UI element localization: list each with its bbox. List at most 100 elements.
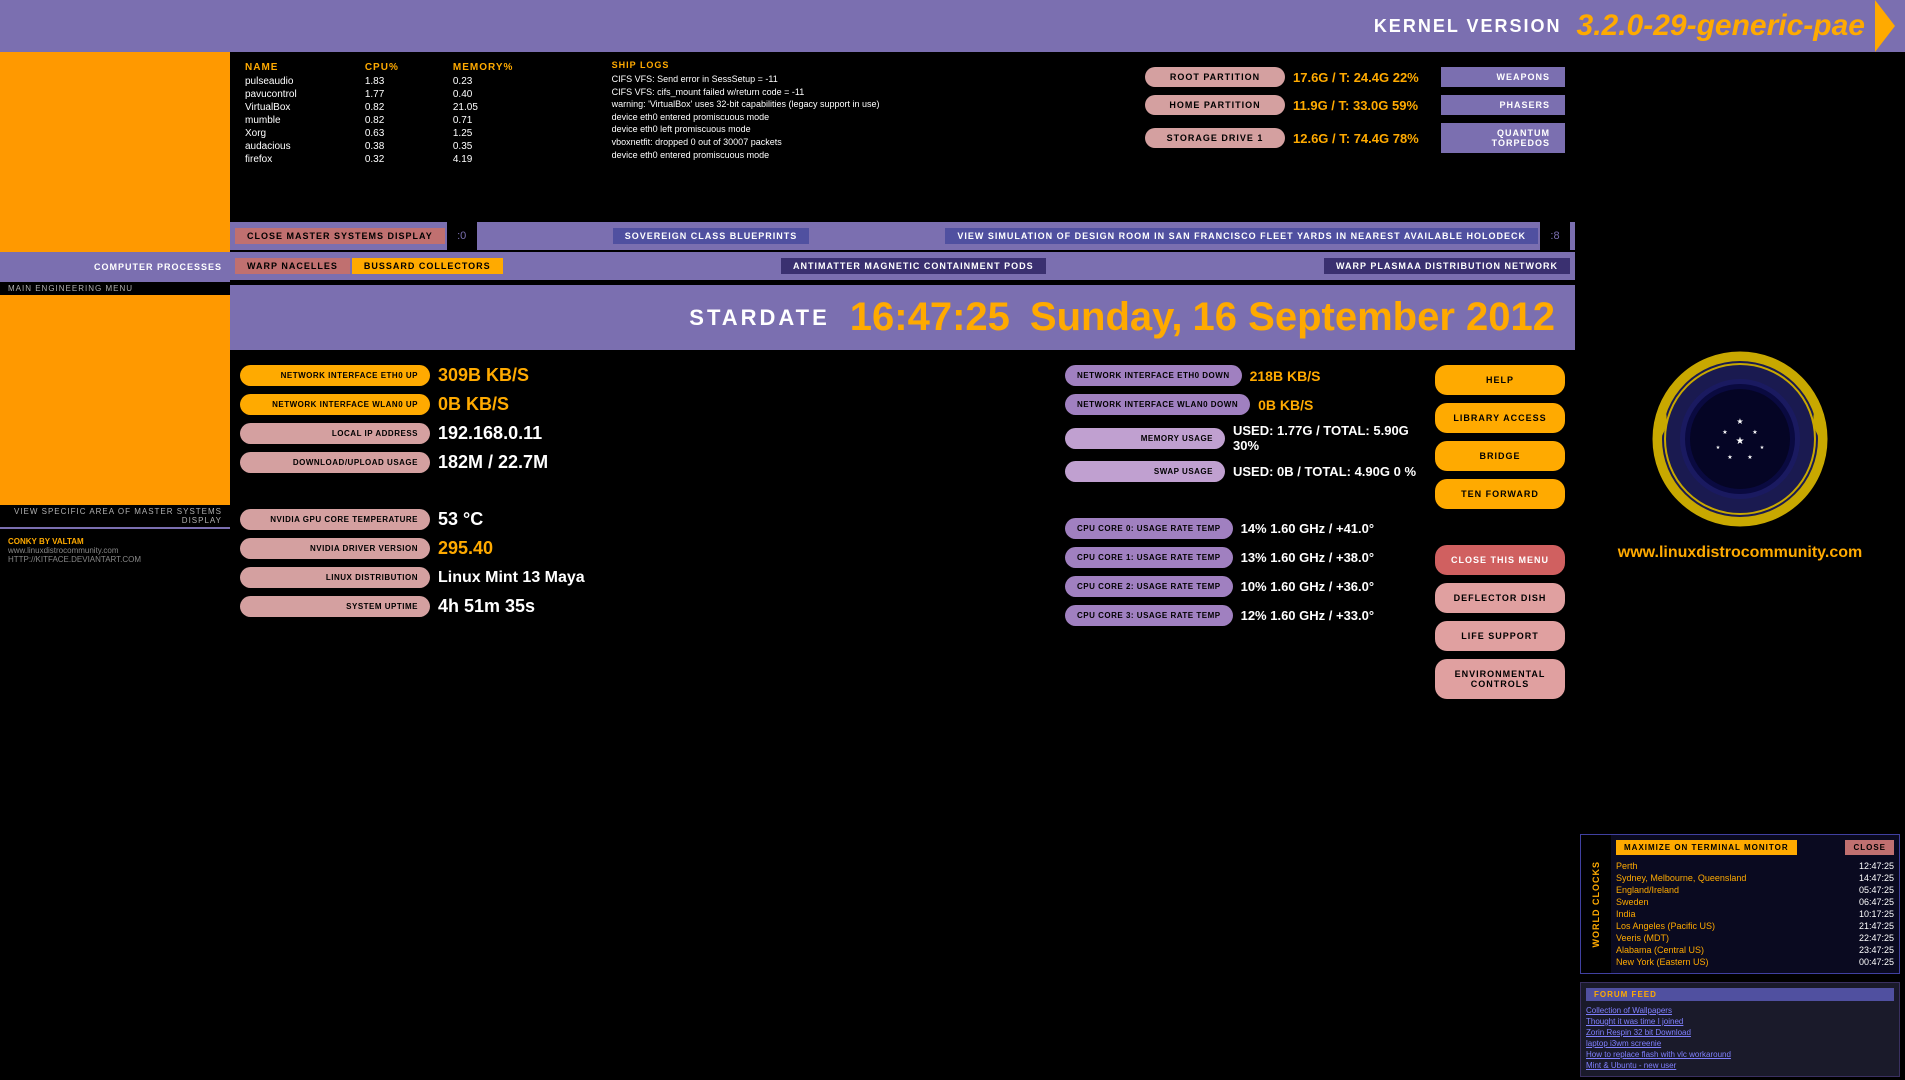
process-name: pavucontrol — [245, 88, 365, 101]
phasers-btn[interactable]: PHASERS — [1441, 95, 1565, 115]
svg-text:★: ★ — [1747, 454, 1752, 461]
wlan0-down-item: NETWORK INTERFACE WLAN0 DOWN 0B KB/S — [1065, 394, 1425, 415]
log-entry: CIFS VFS: cifs_mount failed w/return cod… — [612, 86, 1127, 99]
process-cpu: 0.38 — [365, 140, 453, 153]
cpu0-item: CPU CORE 0: USAGE RATE TEMP 14% 1.60 GHz… — [1065, 518, 1425, 539]
storage-partition-value: 12.6G / T: 74.4G 78% — [1293, 131, 1433, 146]
wc-time: 00:47:25 — [1859, 957, 1894, 967]
svg-text:★: ★ — [1760, 445, 1765, 451]
view-sim-btn[interactable]: VIEW SIMULATION OF DESIGN ROOM IN SAN FR… — [945, 228, 1538, 244]
warp-plasma-btn[interactable]: WARP PLASMAA DISTRIBUTION NETWORK — [1324, 258, 1570, 274]
process-row: VirtualBox 0.82 21.05 — [245, 101, 589, 114]
footer-website: www.linuxdistrocommunity.com — [8, 546, 222, 555]
distro-label: LINUX DISTRIBUTION — [240, 567, 430, 588]
ten-forward-btn[interactable]: TEN FORWARD — [1435, 479, 1565, 509]
right-panel: ★ ★ ★ ★ ★ ★ ★ ★ www.linuxdistrocommunity… — [1575, 52, 1905, 1080]
weapons-btn[interactable]: WEAPONS — [1441, 67, 1565, 87]
uptime-value: 4h 51m 35s — [438, 596, 535, 617]
cpu1-value: 13% 1.60 GHz / +38.0° — [1241, 550, 1374, 565]
library-btn[interactable]: LIBRARY ACCESS — [1435, 403, 1565, 433]
wc-city: New York (Eastern US) — [1616, 957, 1709, 967]
svg-text:★: ★ — [1722, 429, 1727, 436]
forum-feed-entry[interactable]: Zorin Respin 32 bit Download — [1586, 1027, 1894, 1038]
process-table: NAME CPU% MEMORY% pulseaudio 1.83 0.23pa… — [230, 52, 604, 222]
ship-logs-container: CIFS VFS: Send error in SessSetup = -11C… — [612, 73, 1127, 161]
wc-time: 22:47:25 — [1859, 933, 1894, 943]
forum-feed-entry[interactable]: Collection of Wallpapers — [1586, 1005, 1894, 1016]
process-mem: 21.05 — [453, 101, 589, 114]
blueprints-btn[interactable]: SOVEREIGN CLASS BLUEPRINTS — [613, 228, 810, 244]
memory-value: USED: 1.77G / TOTAL: 5.90G 30% — [1233, 423, 1425, 453]
gpu-temp-item: NVIDIA GPU CORE TEMPERATURE 53 °C — [240, 509, 1055, 530]
stardate-label: STARDATE — [689, 305, 830, 331]
dl-ul-value: 182M / 22.7M — [438, 452, 548, 473]
world-clock-row: Perth 12:47:25 — [1616, 860, 1894, 872]
ship-logs-title: SHIP LOGS — [612, 60, 1127, 70]
wc-city: Perth — [1616, 861, 1638, 871]
world-clocks-side-label: WORLD CLOCKS — [1581, 835, 1611, 973]
wc-city: India — [1616, 909, 1636, 919]
close-menu-btn[interactable]: CLOSE THIS MENU — [1435, 545, 1565, 575]
stardate-date: 16 September 2012 — [1193, 295, 1555, 340]
bridge-btn[interactable]: BRIDGE — [1435, 441, 1565, 471]
ip-item: LOCAL IP ADDRESS 192.168.0.11 — [240, 423, 1055, 444]
deflector-btn[interactable]: DEFLECTOR DISH — [1435, 583, 1565, 613]
wc-time: 12:47:25 — [1859, 861, 1894, 871]
world-clock-row: Sweden 06:47:25 — [1616, 896, 1894, 908]
process-mem: 0.35 — [453, 140, 589, 153]
maximize-terminal-btn[interactable]: MAXIMIZE ON TERMINAL MONITOR — [1616, 840, 1797, 855]
computer-processes-label: COMPUTER PROCESSES — [0, 252, 230, 282]
stardate-banner: STARDATE 16:47:25 Sunday, 16 September 2… — [230, 285, 1575, 350]
process-mem: 0.23 — [453, 75, 589, 88]
wlan0-up-label: NETWORK INTERFACE WLAN0 UP — [240, 394, 430, 415]
close-master-btn[interactable]: CLOSE MASTER SYSTEMS DISPLAY — [235, 228, 445, 244]
forum-feed-entry[interactable]: Mint & Ubuntu - new user — [1586, 1060, 1894, 1071]
antimatter-btn[interactable]: ANTIMATTER MAGNETIC CONTAINMENT PODS — [781, 258, 1046, 274]
log-entry: device eth0 left promiscuous mode — [612, 123, 1127, 136]
cpu3-item: CPU CORE 3: USAGE RATE TEMP 12% 1.60 GHz… — [1065, 605, 1425, 626]
home-partition-label: HOME PARTITION — [1145, 95, 1285, 115]
home-partition-row: HOME PARTITION 11.9G / T: 33.0G 59% PHAS… — [1145, 95, 1565, 115]
col-mem: MEMORY% — [453, 60, 589, 75]
wlan0-up-value: 0B KB/S — [438, 394, 509, 415]
wc-city: Alabama (Central US) — [1616, 945, 1704, 955]
help-btn[interactable]: HELP — [1435, 365, 1565, 395]
process-cpu: 0.63 — [365, 127, 453, 140]
ship-logs: SHIP LOGS CIFS VFS: Send error in SessSe… — [604, 52, 1135, 222]
log-entry: device eth0 entered promiscuous mode — [612, 149, 1127, 162]
process-name: VirtualBox — [245, 101, 365, 114]
forum-feed-entries: Collection of WallpapersThought it was t… — [1586, 1005, 1894, 1071]
forum-feed-entry[interactable]: How to replace flash with vlc workaround — [1586, 1049, 1894, 1060]
home-partition-value: 11.9G / T: 33.0G 59% — [1293, 98, 1433, 113]
left-orange-mid — [0, 295, 230, 505]
ip-value: 192.168.0.11 — [438, 423, 542, 444]
memory-label: MEMORY USAGE — [1065, 428, 1225, 449]
root-partition-row: ROOT PARTITION 17.6G / T: 24.4G 22% WEAP… — [1145, 67, 1565, 87]
process-mem: 0.40 — [453, 88, 589, 101]
conky-credit: CONKY BY VALTAM — [8, 537, 222, 546]
nav-bar-1: CLOSE MASTER SYSTEMS DISPLAY :0 SOVEREIG… — [230, 222, 1575, 250]
storage-partition-label: STORAGE DRIVE 1 — [1145, 128, 1285, 148]
wlan0-down-label: NETWORK INTERFACE WLAN0 DOWN — [1065, 394, 1250, 415]
root-partition-label: ROOT PARTITION — [1145, 67, 1285, 87]
top-bar: KERNEL VERSION 3.2.0-29-generic-pae — [0, 0, 1905, 52]
uptime-item: SYSTEM UPTIME 4h 51m 35s — [240, 596, 1055, 617]
env-controls-btn[interactable]: ENVIRONMENTAL CONTROLS — [1435, 659, 1565, 699]
forum-feed-entry[interactable]: Thought it was time I joined — [1586, 1016, 1894, 1027]
life-support-btn[interactable]: LIFE SUPPORT — [1435, 621, 1565, 651]
swap-item: SWAP USAGE USED: 0B / TOTAL: 4.90G 0 % — [1065, 461, 1425, 482]
bussard-btn[interactable]: BUSSARD COLLECTORS — [352, 258, 503, 274]
warp-nacelles-btn[interactable]: WARP NACELLES — [235, 258, 350, 274]
kernel-value: 3.2.0-29-generic-pae — [1577, 9, 1865, 43]
wc-time: 05:47:25 — [1859, 885, 1894, 895]
world-clocks-close-btn[interactable]: CLOSE — [1845, 840, 1894, 855]
quantum-torpedos-btn[interactable]: QUANTUM TORPEDOS — [1441, 123, 1565, 153]
forum-feed-entry[interactable]: laptop i3wm screenie — [1586, 1038, 1894, 1049]
footer-deviantart: HTTP://KITFACE.DEVIANTART.COM — [8, 555, 222, 564]
ufp-logo: ★ ★ ★ ★ ★ ★ ★ ★ — [1650, 349, 1830, 529]
process-row: audacious 0.38 0.35 — [245, 140, 589, 153]
nav-sep-1: :0 — [447, 222, 477, 250]
main-layout: COMPUTER PROCESSES MAIN ENGINEERING MENU… — [0, 52, 1905, 1080]
wc-city: Veeris (MDT) — [1616, 933, 1669, 943]
center-metrics: NETWORK INTERFACE ETH0 DOWN 218B KB/S NE… — [1065, 365, 1425, 1065]
